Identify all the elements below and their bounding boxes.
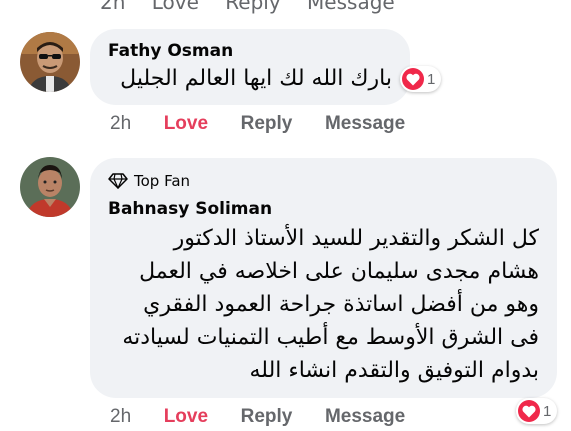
comment-time[interactable]: 2h bbox=[110, 113, 131, 134]
comment-actions: 2h Love Reply Message bbox=[110, 406, 405, 428]
previous-comment-actions: 2h Love Reply Message bbox=[100, 0, 415, 14]
avatar[interactable] bbox=[20, 157, 80, 217]
top-fan-badge: Top Fan bbox=[108, 172, 190, 190]
love-button[interactable]: Love bbox=[164, 406, 208, 427]
comment-author[interactable]: Bahnasy Soliman bbox=[108, 199, 272, 219]
comment-time[interactable]: 2h bbox=[110, 406, 131, 427]
reaction-summary[interactable]: 1 bbox=[400, 66, 442, 92]
previous-time: 2h bbox=[100, 0, 126, 14]
comment-bubble: Top Fan Bahnasy Soliman كل الشكر والتقدي… bbox=[90, 158, 557, 398]
diamond-icon bbox=[108, 173, 128, 189]
badge-label: Top Fan bbox=[134, 172, 191, 190]
reaction-count: 1 bbox=[427, 70, 436, 88]
comment-bubble: Fathy Osman بارك الله لك ايها العالم الج… bbox=[90, 29, 410, 105]
comment-text-line-4: فى الشرق الأوسط مع أطيب التمنيات لسيادته bbox=[122, 325, 539, 350]
heart-icon bbox=[518, 400, 540, 422]
comment-actions: 2h Love Reply Message bbox=[110, 113, 405, 135]
comment-text-line-5: بدوام التوفيق والتقدم انشاء الله bbox=[249, 358, 539, 383]
reply-button[interactable]: Reply bbox=[241, 406, 293, 427]
comment-author[interactable]: Fathy Osman bbox=[108, 41, 233, 61]
message-button[interactable]: Message bbox=[325, 113, 405, 134]
reaction-summary[interactable]: 1 bbox=[516, 398, 558, 424]
reply-button[interactable]: Reply bbox=[241, 113, 293, 134]
comment-text-line-3: وهو من أفضل اساتذة جراحة العمود الفقري bbox=[143, 292, 539, 317]
reaction-count: 1 bbox=[543, 402, 552, 420]
love-button[interactable]: Love bbox=[164, 113, 208, 134]
message-button[interactable]: Message bbox=[325, 406, 405, 427]
comment-text: بارك الله لك ايها العالم الجليل bbox=[120, 66, 392, 91]
previous-reply-button[interactable]: Reply bbox=[225, 0, 280, 14]
heart-icon bbox=[402, 68, 424, 90]
comment-text-line-2: هشام مجدى سليمان على اخلاصه في العمل bbox=[139, 259, 539, 284]
previous-message-button[interactable]: Message bbox=[307, 0, 395, 14]
previous-love-button[interactable]: Love bbox=[152, 0, 199, 14]
comment-text-line-1: كل الشكر والتقدير للسيد الأستاذ الدكتور bbox=[173, 226, 539, 251]
avatar[interactable] bbox=[20, 32, 80, 92]
